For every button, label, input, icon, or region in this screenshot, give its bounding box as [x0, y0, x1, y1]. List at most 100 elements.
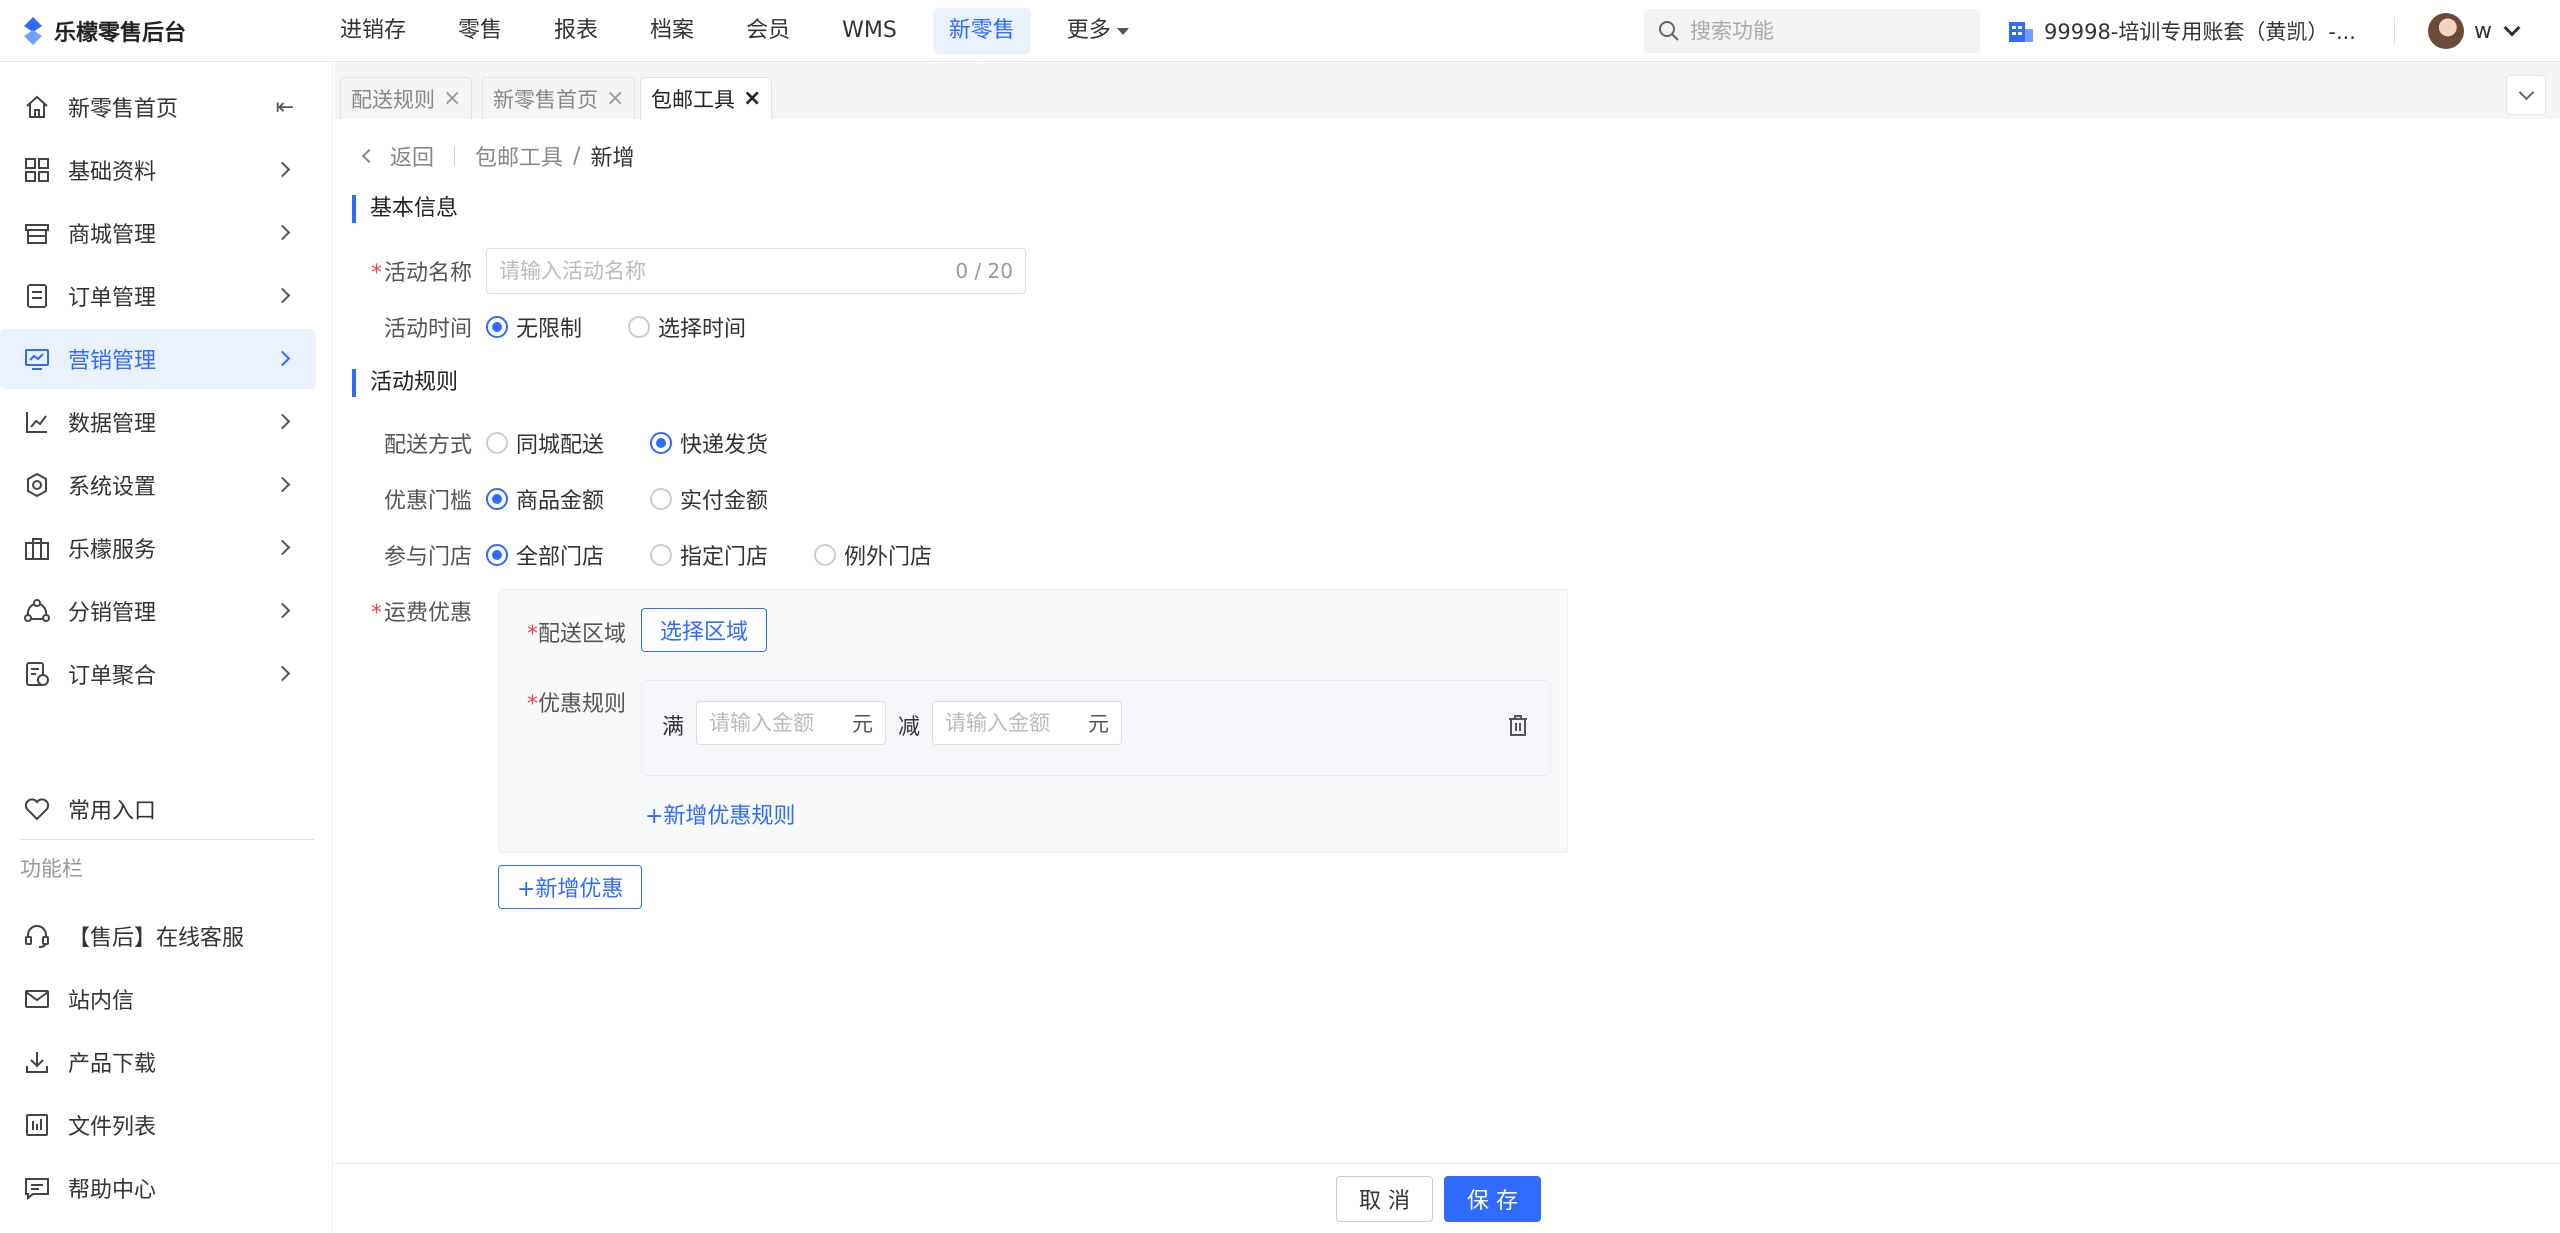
settings-icon — [22, 470, 52, 500]
nav-item-member[interactable]: 会员 — [730, 8, 806, 54]
add-discount-button[interactable]: +新增优惠 — [498, 865, 643, 909]
sidebar-tool-help[interactable]: 帮助中心 — [0, 1158, 316, 1218]
activity-name-input[interactable] — [499, 259, 919, 283]
chevron-left-icon — [361, 148, 377, 164]
radio-dot — [486, 544, 508, 566]
select-area-button[interactable]: 选择区域 — [641, 608, 768, 652]
save-button[interactable]: 保 存 — [1444, 1176, 1541, 1222]
sidebar-tool-messages[interactable]: 站内信 — [0, 969, 316, 1029]
store-label: 参与门店 — [383, 545, 472, 570]
form-row-name: *活动名称 0 / 20 — [334, 248, 1026, 294]
threshold-amount-input[interactable] — [709, 711, 839, 735]
user-menu[interactable]: w — [2428, 12, 2521, 50]
full-word: 满 — [662, 715, 685, 740]
sidebar-item-new-retail-home[interactable]: 新零售首页 ⇤ — [0, 77, 316, 137]
divider — [454, 146, 456, 166]
radio-unlimited[interactable]: 无限制 — [486, 311, 582, 343]
sidebar-tool-online-service[interactable]: 【售后】在线客服 — [0, 906, 316, 966]
sidebar-item-basic-data[interactable]: 基础资料 — [0, 140, 316, 200]
breadcrumb-current: 新增 — [590, 146, 635, 171]
sidebar-item-mall[interactable]: 商城管理 — [0, 203, 316, 263]
search-box[interactable] — [1644, 9, 1980, 53]
breadcrumb: 返回 包邮工具 / 新增 — [358, 141, 634, 171]
threshold-label: 优惠门槛 — [383, 489, 472, 514]
sidebar-item-settings[interactable]: 系统设置 — [0, 455, 316, 515]
field-label: *运费优惠 — [334, 595, 486, 627]
main-content: 返回 包邮工具 / 新增 基本信息 *活动名称 0 / 20 活动时间 无限制 … — [334, 119, 2560, 1163]
sidebar: 新零售首页 ⇤ 基础资料 商城管理 订单管理 营销管理 数据管理 系统设置 乐檬… — [0, 63, 333, 1233]
sidebar-item-distribution[interactable]: 分销管理 — [0, 581, 316, 641]
threshold-amount-field[interactable]: 元 — [696, 701, 886, 745]
sidebar-item-data[interactable]: 数据管理 — [0, 392, 316, 452]
add-rule-link[interactable]: +新增优惠规则 — [645, 798, 795, 830]
chevron-right-icon — [274, 413, 291, 430]
radio-specified-stores[interactable]: 指定门店 — [650, 539, 768, 571]
radio-all-stores[interactable]: 全部门店 — [486, 539, 604, 571]
radio-excluded-stores[interactable]: 例外门店 — [814, 539, 932, 571]
nav-item-more[interactable]: 更多 — [1051, 8, 1145, 54]
top-nav: 进销存 零售 报表 档案 会员 WMS 新零售 更多 — [324, 8, 1165, 54]
headset-icon — [22, 921, 52, 951]
search-icon — [1659, 21, 1679, 41]
chevron-right-icon — [274, 350, 291, 367]
tab-delivery-rules[interactable]: 配送规则 × — [340, 77, 473, 119]
form-row-stores: 参与门店 全部门店 指定门店 例外门店 — [334, 533, 978, 577]
breadcrumb-parent[interactable]: 包邮工具 — [475, 140, 563, 172]
logo-icon — [24, 17, 42, 45]
radio-paid-amount[interactable]: 实付金额 — [650, 483, 768, 515]
close-icon[interactable]: × — [443, 86, 461, 111]
form-row-delivery: 配送方式 同城配送 快递发货 — [334, 421, 814, 465]
nav-item-retail[interactable]: 零售 — [442, 8, 518, 54]
sidebar-item-orders[interactable]: 订单管理 — [0, 266, 316, 326]
cancel-button[interactable]: 取 消 — [1336, 1176, 1433, 1222]
sidebar-item-label: 帮助中心 — [68, 1178, 157, 1203]
sidebar-tool-file-list[interactable]: 文件列表 — [0, 1095, 316, 1155]
sidebar-item-service[interactable]: 乐檬服务 — [0, 518, 316, 578]
unit-label: 元 — [1088, 712, 1109, 736]
radio-select-time[interactable]: 选择时间 — [628, 311, 746, 343]
sidebar-divider — [20, 839, 314, 840]
account-switcher[interactable]: 99998-培训专用账套（黄凯）-... — [2008, 14, 2356, 48]
nav-item-archive[interactable]: 档案 — [634, 8, 710, 54]
nav-item-wms[interactable]: WMS — [826, 8, 913, 54]
tab-dropdown-button[interactable] — [2506, 75, 2546, 115]
app-logo[interactable]: 乐檬零售后台 — [20, 14, 186, 48]
radio-label: 同城配送 — [516, 433, 605, 458]
radio-goods-amount[interactable]: 商品金额 — [486, 483, 604, 515]
sidebar-item-label: 订单聚合 — [68, 664, 157, 689]
trash-icon[interactable] — [1506, 713, 1530, 737]
chevron-right-icon — [274, 539, 291, 556]
close-icon[interactable]: × — [743, 86, 761, 111]
chevron-right-icon — [274, 224, 291, 241]
required-mark: * — [527, 622, 538, 647]
sidebar-item-marketing[interactable]: 营销管理 — [0, 329, 316, 389]
bag-icon — [22, 533, 52, 563]
discount-amount-field[interactable]: 元 — [932, 701, 1122, 745]
building-icon — [2009, 22, 2033, 42]
sidebar-item-label: 商城管理 — [68, 223, 157, 248]
radio-label: 选择时间 — [658, 317, 747, 342]
nav-item-reports[interactable]: 报表 — [538, 8, 614, 54]
sidebar-item-favorites[interactable]: 常用入口 — [0, 779, 316, 839]
nav-item-new-retail[interactable]: 新零售 — [932, 8, 1031, 54]
tab-free-shipping-tool[interactable]: 包邮工具 × — [640, 77, 773, 119]
tab-new-retail-home[interactable]: 新零售首页 × — [482, 77, 636, 119]
radio-express[interactable]: 快递发货 — [650, 427, 768, 459]
nav-item-inventory[interactable]: 进销存 — [324, 8, 422, 54]
sidebar-item-order-aggregation[interactable]: 订单聚合 — [0, 644, 316, 704]
close-icon[interactable]: × — [606, 86, 624, 111]
back-link[interactable]: 返回 — [390, 140, 434, 172]
sidebar-tool-download[interactable]: 产品下载 — [0, 1032, 316, 1092]
radio-same-city[interactable]: 同城配送 — [486, 427, 604, 459]
sidebar-item-label: 基础资料 — [68, 160, 157, 185]
distribution-icon — [22, 596, 52, 626]
discount-amount-input[interactable] — [945, 711, 1075, 735]
radio-dot — [650, 432, 673, 454]
tab-bar: 配送规则 × 新零售首页 × 包邮工具 × — [334, 63, 2560, 119]
activity-name-field[interactable]: 0 / 20 — [486, 248, 1026, 294]
divider — [2394, 17, 2395, 45]
search-input[interactable] — [1690, 19, 1960, 43]
monitor-icon — [22, 344, 52, 374]
collapse-sidebar-icon[interactable]: ⇤ — [276, 95, 294, 120]
heart-icon — [22, 794, 52, 824]
